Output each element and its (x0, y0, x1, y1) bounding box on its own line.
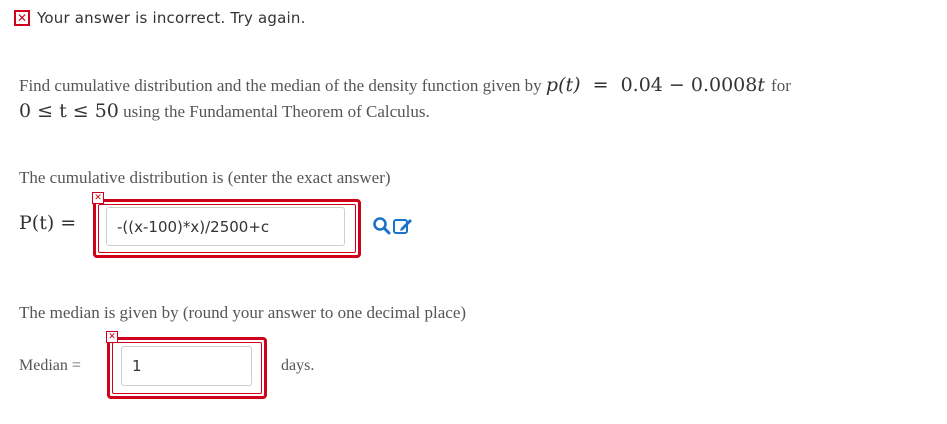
median-unit: days. (281, 357, 315, 374)
feedback-text: Your answer is incorrect. Try again. (37, 9, 306, 27)
cdf-error-x-icon: ✕ (92, 192, 104, 204)
equals-sign: = (592, 74, 609, 96)
cdf-prompt: The cumulative distribution is (enter th… (19, 168, 391, 187)
problem-method: using the Fundamental Theorem of Calculu… (123, 102, 430, 121)
problem-statement-line1: Find cumulative distribution and the med… (19, 74, 791, 96)
preview-icon[interactable] (372, 216, 392, 236)
domain-range: 0 ≤ t ≤ 50 (19, 100, 119, 122)
median-error-x-icon: ✕ (106, 331, 118, 343)
median-prompt: The median is given by (round your answe… (19, 303, 467, 322)
density-formula: 0.04 − 0.0008 (620, 74, 758, 96)
feedback-banner: ✕ Your answer is incorrect. Try again. (14, 9, 306, 27)
density-variable: t (757, 74, 765, 96)
cdf-label: P(t) = (19, 212, 77, 234)
median-label: Median = (19, 357, 81, 374)
edit-icon[interactable] (392, 215, 414, 237)
problem-statement-line2: 0 ≤ t ≤ 50 using the Fundamental Theorem… (19, 100, 430, 122)
median-answer-input[interactable] (121, 346, 252, 386)
incorrect-x-icon: ✕ (14, 10, 30, 26)
density-function-name: p(t) (545, 74, 581, 96)
problem-intro: Find cumulative distribution and the med… (19, 76, 542, 95)
cdf-answer-input[interactable] (106, 207, 345, 246)
problem-for: for (771, 76, 791, 95)
